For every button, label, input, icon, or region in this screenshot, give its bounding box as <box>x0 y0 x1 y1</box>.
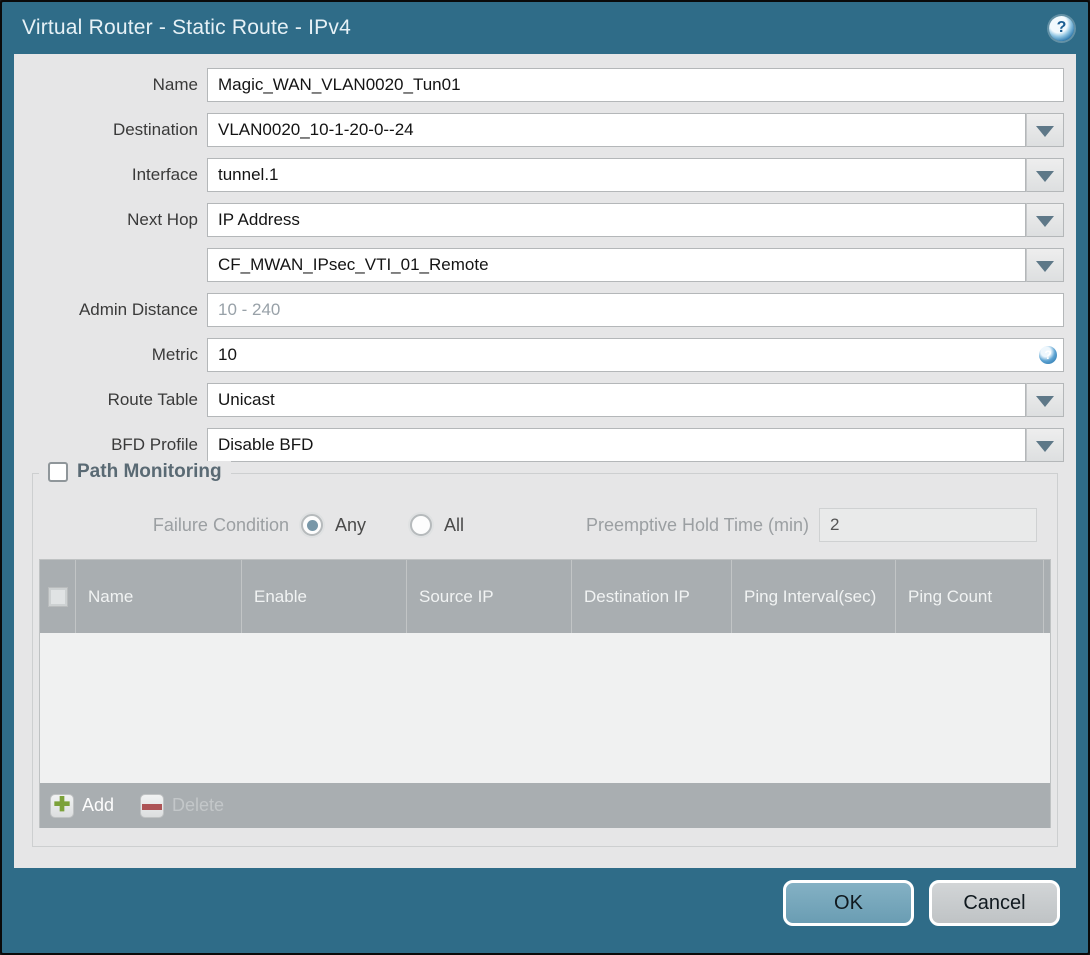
route-table-label: Route Table <box>107 390 198 409</box>
column-header-source-ip[interactable]: Source IP <box>407 560 572 633</box>
path-monitoring-fieldset: Path Monitoring Failure Condition Any Al… <box>32 461 1058 847</box>
chevron-down-icon <box>1036 395 1054 407</box>
preemptive-hold-time-label: Preemptive Hold Time (min) <box>585 514 809 535</box>
add-button[interactable]: ✚ Add <box>50 793 115 818</box>
bfd-profile-dropdown-button[interactable] <box>1026 428 1064 462</box>
chevron-down-icon <box>1036 440 1054 452</box>
failure-condition-row: Failure Condition Any All Preemptive Hol… <box>39 508 1051 542</box>
delete-button[interactable]: ▬ Delete <box>140 793 225 818</box>
column-header-ping-count[interactable]: Ping Count <box>896 560 1044 633</box>
cancel-button[interactable]: Cancel <box>929 880 1060 926</box>
column-header-enable[interactable]: Enable <box>242 560 407 633</box>
dialog-content: Name Destination Interface <box>14 54 1076 868</box>
next-hop-dropdown-button[interactable] <box>1026 203 1064 237</box>
select-all-checkbox[interactable] <box>47 586 68 607</box>
next-hop-address-dropdown-button[interactable] <box>1026 248 1064 282</box>
next-hop-address-row <box>14 248 1076 282</box>
destination-input[interactable] <box>207 113 1026 147</box>
bfd-profile-input[interactable] <box>207 428 1026 462</box>
static-route-dialog: Virtual Router - Static Route - IPv4 ? N… <box>0 0 1090 955</box>
chevron-down-icon <box>1036 170 1054 182</box>
path-monitoring-table: Name Enable Source IP Destination IP Pin… <box>39 559 1051 828</box>
table-body-empty <box>40 633 1050 783</box>
plus-icon: ✚ <box>50 793 74 818</box>
add-button-label: Add <box>82 795 115 815</box>
next-hop-row: Next Hop <box>14 203 1076 237</box>
interface-row: Interface <box>14 158 1076 192</box>
failure-condition-label: Failure Condition <box>152 514 289 535</box>
admin-distance-row: Admin Distance <box>14 293 1076 327</box>
dialog-footer: OK Cancel <box>2 866 1088 953</box>
failure-condition-all-label: All <box>444 514 465 535</box>
name-input[interactable] <box>207 68 1064 102</box>
path-monitoring-checkbox[interactable] <box>48 462 68 482</box>
column-header-destination-ip[interactable]: Destination IP <box>572 560 732 633</box>
chevron-down-icon <box>1036 125 1054 137</box>
admin-distance-input[interactable] <box>207 293 1064 327</box>
failure-condition-any-label: Any <box>335 514 367 535</box>
chevron-down-icon <box>1036 215 1054 227</box>
table-header-row: Name Enable Source IP Destination IP Pin… <box>40 560 1050 633</box>
delete-button-label: Delete <box>172 795 225 815</box>
column-header-ping-interval[interactable]: Ping Interval(sec) <box>732 560 896 633</box>
next-hop-type-input[interactable] <box>207 203 1026 237</box>
select-all-cell <box>40 560 76 633</box>
route-table-dropdown-button[interactable] <box>1026 383 1064 417</box>
interface-label: Interface <box>131 165 198 184</box>
failure-condition-radio-any[interactable] <box>301 514 323 536</box>
column-header-filler <box>1044 560 1064 633</box>
column-header-name[interactable]: Name <box>76 560 242 633</box>
destination-dropdown-button[interactable] <box>1026 113 1064 147</box>
destination-label: Destination <box>112 120 198 139</box>
name-row: Name <box>14 68 1076 102</box>
ok-button[interactable]: OK <box>783 880 914 926</box>
minus-icon: ▬ <box>140 793 165 818</box>
bfd-profile-label: BFD Profile <box>111 435 198 454</box>
destination-row: Destination <box>14 113 1076 147</box>
metric-help-icon[interactable]: ? <box>1039 346 1057 364</box>
interface-input[interactable] <box>207 158 1026 192</box>
route-table-input[interactable] <box>207 383 1026 417</box>
chevron-down-icon <box>1036 260 1054 272</box>
admin-distance-label: Admin Distance <box>78 300 198 319</box>
next-hop-label: Next Hop <box>127 210 198 229</box>
dialog-titlebar: Virtual Router - Static Route - IPv4 ? <box>2 2 1088 54</box>
table-toolbar: ✚ Add ▬ Delete <box>40 783 1050 828</box>
metric-row: Metric ? <box>14 338 1076 372</box>
dialog-title: Virtual Router - Static Route - IPv4 <box>22 16 351 39</box>
route-table-row: Route Table <box>14 383 1076 417</box>
interface-dropdown-button[interactable] <box>1026 158 1064 192</box>
path-monitoring-legend: Path Monitoring <box>39 461 231 483</box>
help-icon[interactable]: ? <box>1049 15 1074 41</box>
metric-label: Metric <box>151 345 198 364</box>
name-label: Name <box>152 75 198 94</box>
bfd-profile-row: BFD Profile <box>14 428 1076 462</box>
metric-input[interactable] <box>207 338 1064 372</box>
preemptive-hold-time-input[interactable] <box>819 508 1037 542</box>
next-hop-address-input[interactable] <box>207 248 1026 282</box>
failure-condition-radio-all[interactable] <box>410 514 433 536</box>
path-monitoring-title: Path Monitoring <box>77 461 222 482</box>
